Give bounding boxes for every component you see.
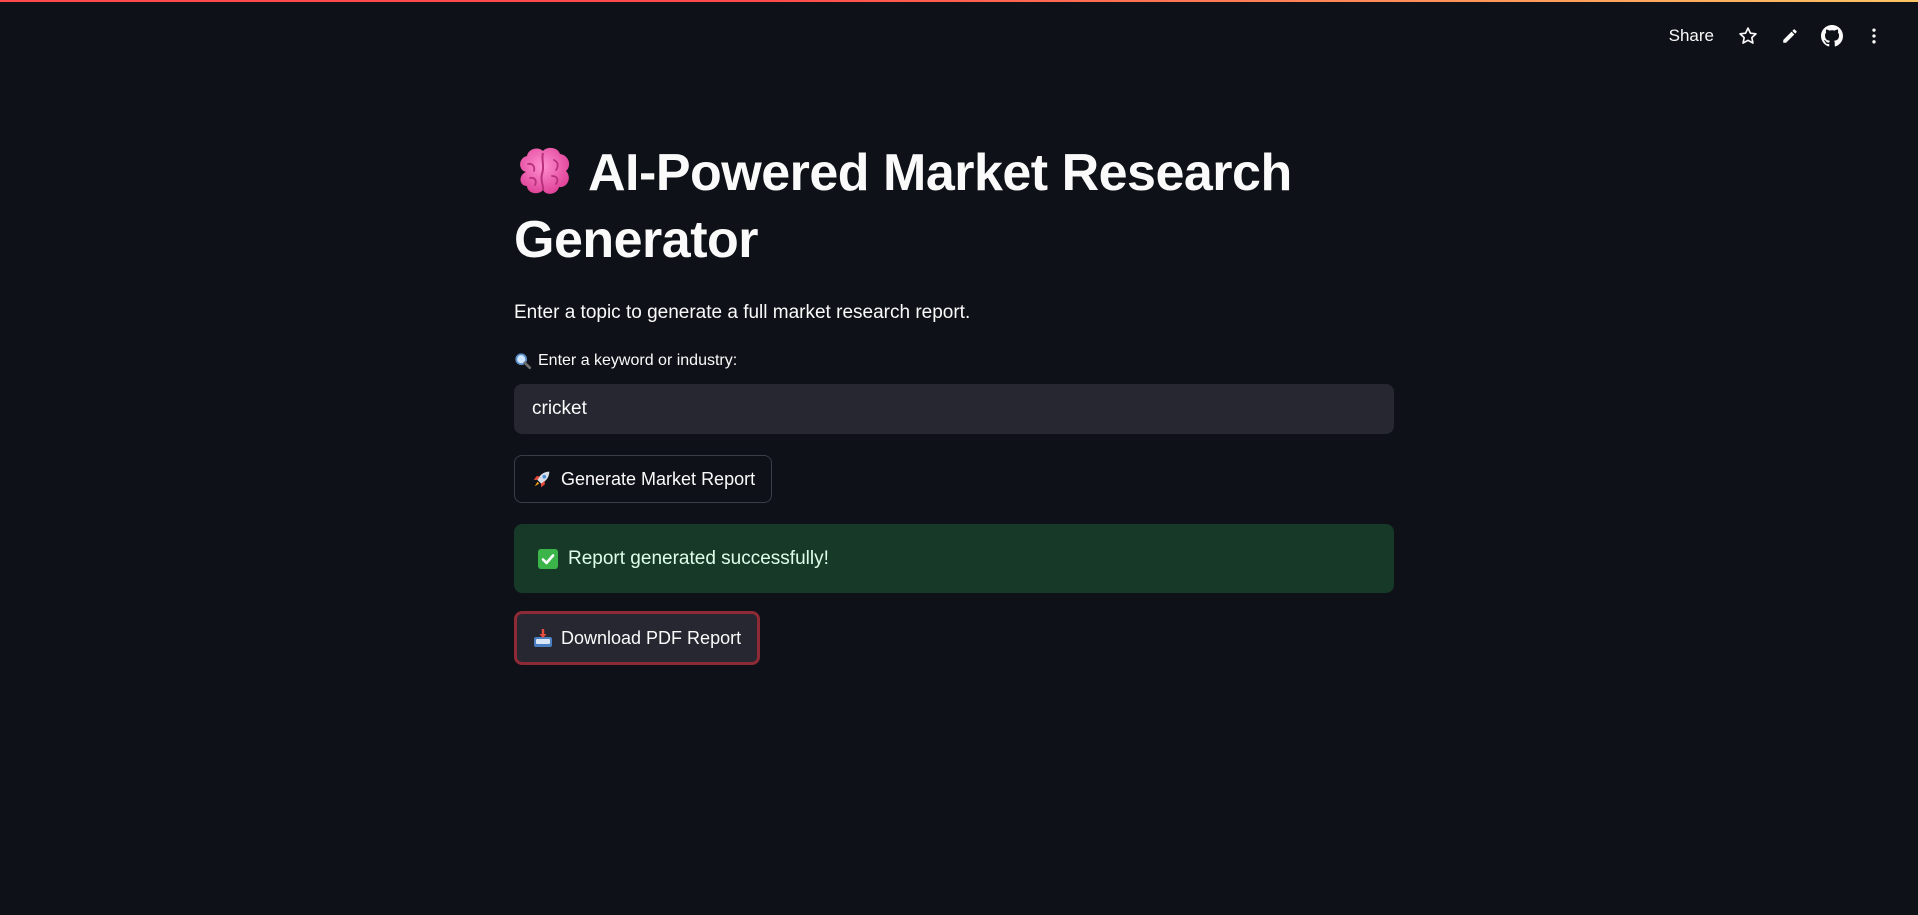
page-subtitle: Enter a topic to generate a full market … [514,302,971,323]
main-content: AI-Powered Market Research Generator Ent… [514,140,1394,665]
download-pdf-button-label: Download PDF Report [561,627,742,648]
success-message: Report generated successfully! [568,547,829,569]
top-decoration-bar [0,0,1918,2]
page-title: AI-Powered Market Research Generator [514,140,1394,274]
generate-report-button[interactable]: Generate Market Report [514,455,773,503]
check-box-icon [538,548,558,569]
keyword-input-container [514,384,1394,434]
kebab-menu-icon[interactable] [1856,20,1892,52]
top-toolbar: Share [1659,20,1892,52]
star-icon[interactable] [1730,20,1766,52]
keyword-input-label-text: Enter a keyword or industry: [538,352,738,369]
page-title-text: AI-Powered Market Research Generator [514,144,1292,269]
keyword-input-label: Enter a keyword or industry: [514,352,1394,370]
brain-icon [520,147,570,194]
rocket-icon [533,471,550,488]
success-alert: Report generated successfully! [514,524,1394,593]
keyword-input[interactable] [530,397,1378,421]
pencil-icon[interactable] [1772,20,1808,52]
github-icon[interactable] [1814,20,1850,52]
magnifier-icon [515,353,532,370]
generate-report-button-label: Generate Market Report [561,468,756,489]
share-button[interactable]: Share [1659,20,1724,52]
download-pdf-button[interactable]: Download PDF Report [514,611,761,665]
inbox-tray-icon [534,629,552,647]
